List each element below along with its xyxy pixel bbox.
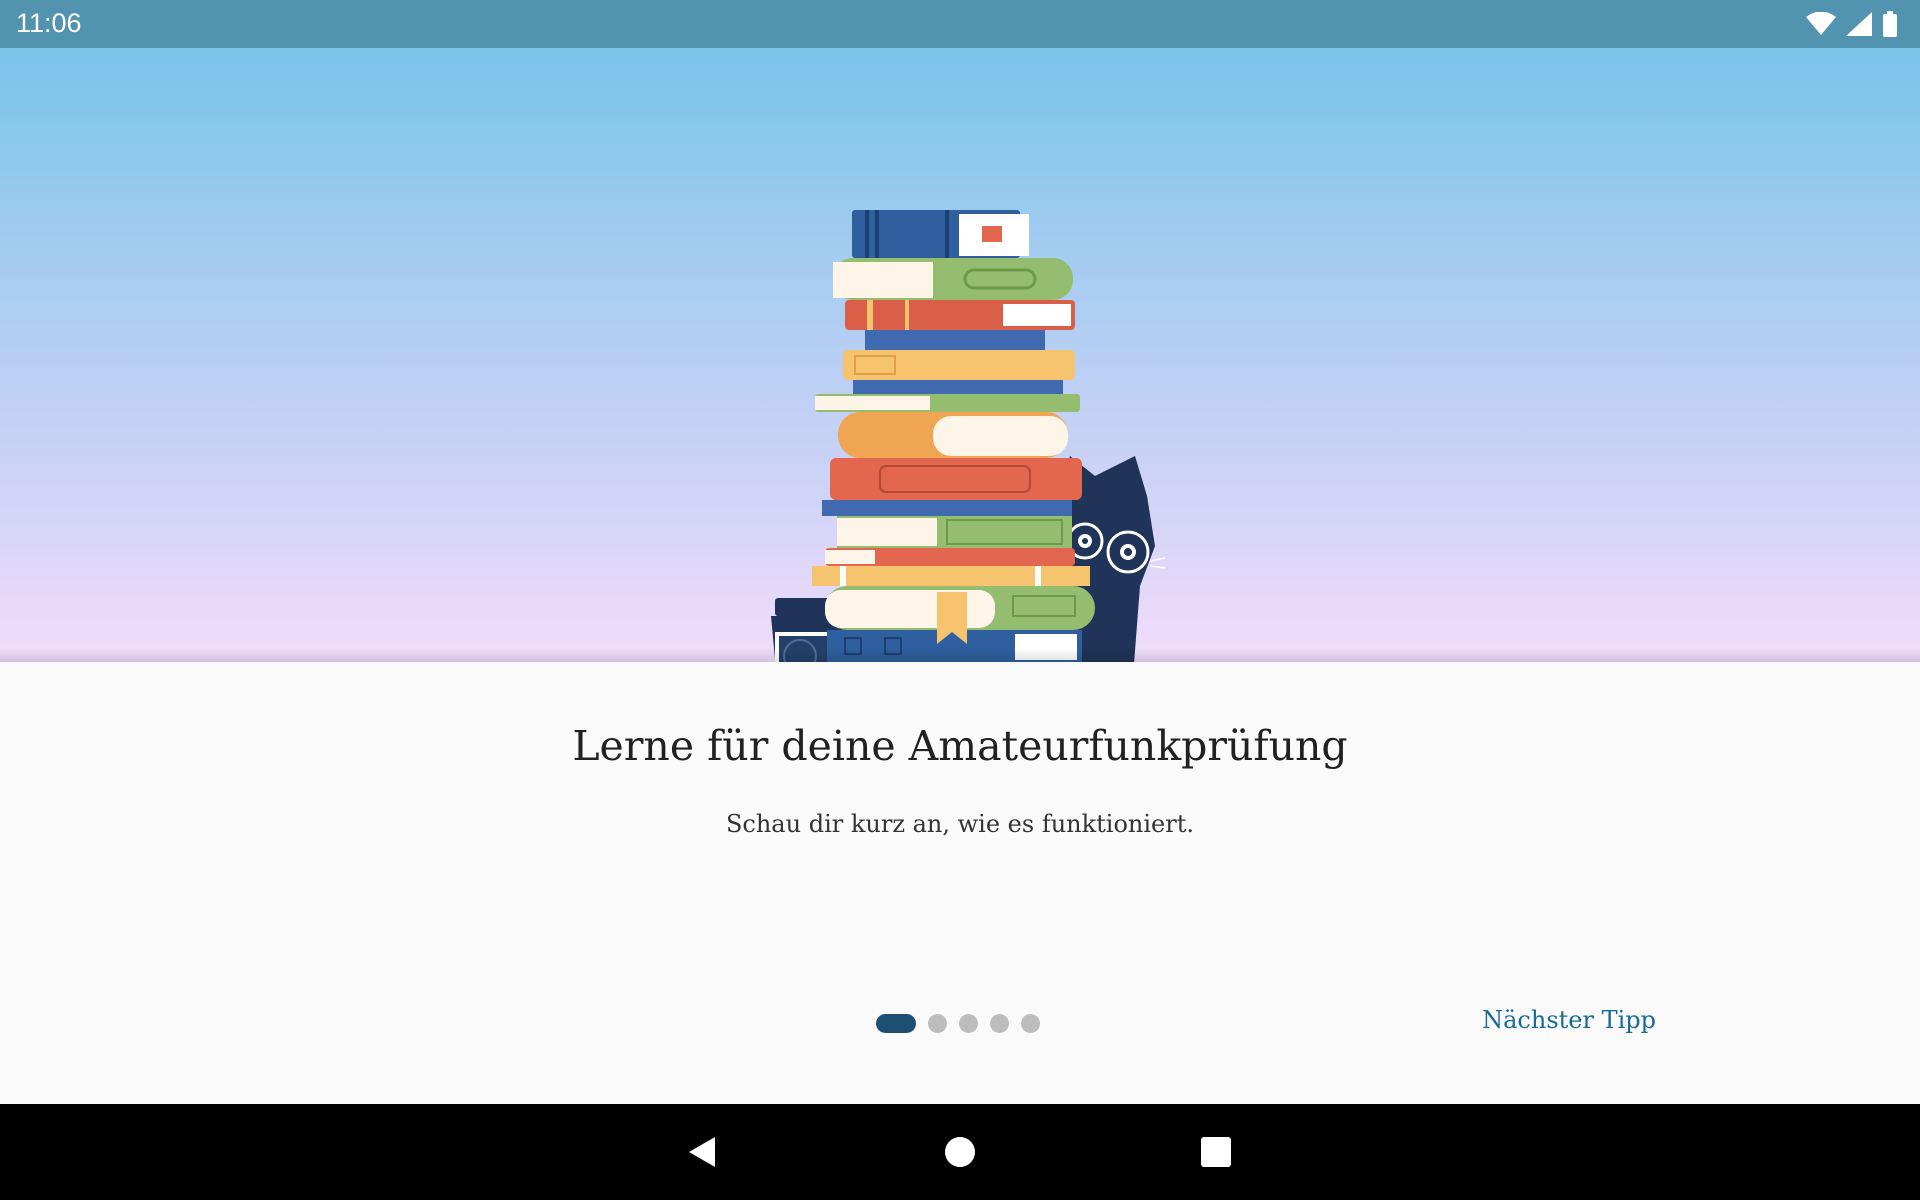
back-icon[interactable] [682, 1132, 722, 1172]
wifi-icon [1806, 12, 1836, 35]
hero-banner [0, 48, 1920, 662]
status-bar: 11:06 [0, 0, 1920, 48]
page-dot-3[interactable] [959, 1014, 978, 1033]
book-stack-with-cat-illustration [771, 210, 1166, 662]
navigation-bar [0, 1104, 1920, 1200]
battery-icon [1883, 11, 1897, 37]
page-title: Lerne für deine Amateurfunkprüfung [572, 722, 1348, 770]
page-dot-5[interactable] [1021, 1014, 1040, 1033]
status-icons [1806, 10, 1898, 38]
next-tip-button[interactable]: Nächster Tipp [1482, 1006, 1656, 1034]
signal-icon [1846, 12, 1872, 36]
page-dot-2[interactable] [928, 1014, 947, 1033]
page-dot-1[interactable] [876, 1014, 916, 1033]
page-subtitle: Schau dir kurz an, wie es funktioniert. [725, 810, 1195, 838]
page-dot-4[interactable] [990, 1014, 1009, 1033]
recents-icon[interactable] [1196, 1132, 1236, 1172]
page-indicator [876, 1014, 1040, 1033]
onboarding-content: Lerne für deine Amateurfunkprüfung Schau… [0, 662, 1920, 1104]
home-icon[interactable] [940, 1132, 980, 1172]
status-time: 11:06 [16, 8, 82, 38]
